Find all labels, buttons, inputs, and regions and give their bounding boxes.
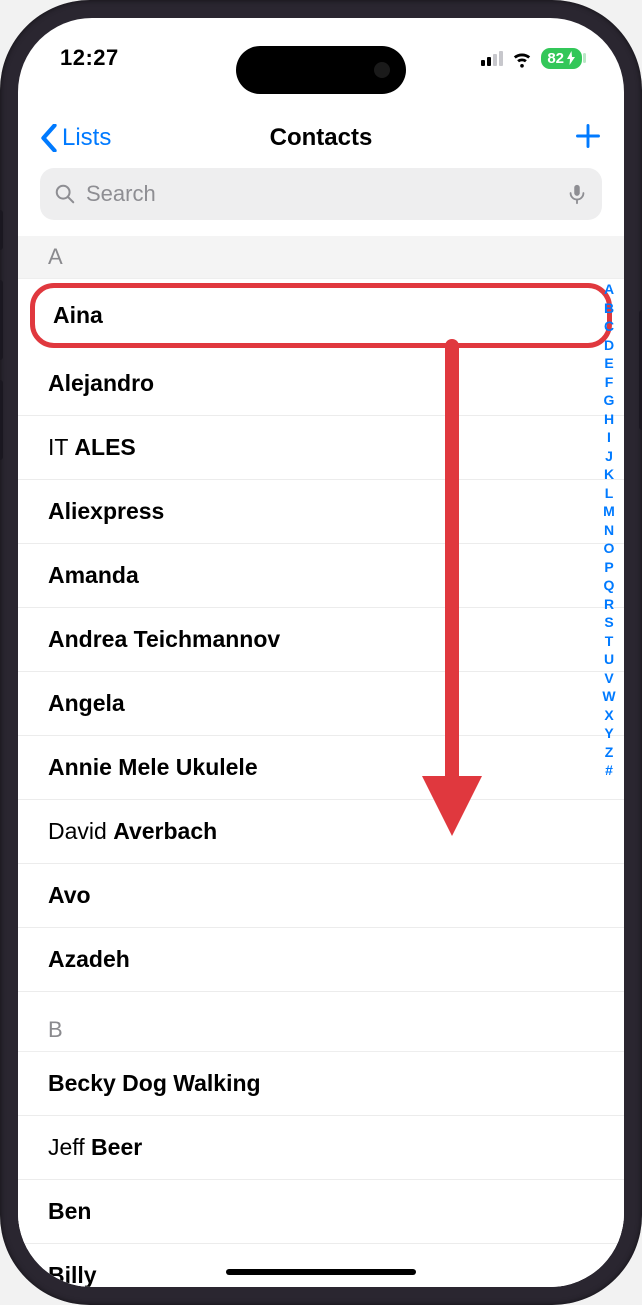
index-letter[interactable]: S xyxy=(598,613,620,632)
index-letter[interactable]: N xyxy=(598,521,620,540)
volume-down-button xyxy=(0,380,3,460)
status-right: 82 xyxy=(481,47,582,69)
dictation-button[interactable] xyxy=(566,183,588,205)
contact-first-name: Jeff xyxy=(48,1134,91,1160)
screen: 12:27 82 Lists Contacts xyxy=(18,18,624,1287)
contact-name: Angela xyxy=(48,690,125,716)
contact-row[interactable]: Avo xyxy=(18,864,624,928)
contact-row[interactable]: Ben xyxy=(18,1180,624,1244)
contact-row[interactable]: Aliexpress xyxy=(18,480,624,544)
contact-name: Ben xyxy=(48,1198,91,1224)
contact-name: Billy xyxy=(48,1262,97,1287)
contact-row[interactable]: David Averbach xyxy=(18,800,624,864)
index-letter[interactable]: O xyxy=(598,539,620,558)
back-button[interactable]: Lists xyxy=(40,124,111,152)
index-letter[interactable]: G xyxy=(598,391,620,410)
search-input[interactable] xyxy=(86,181,556,207)
contact-row[interactable]: Jeff Beer xyxy=(18,1116,624,1180)
index-letter[interactable]: U xyxy=(598,650,620,669)
search-field[interactable] xyxy=(40,168,602,220)
index-letter[interactable]: Y xyxy=(598,724,620,743)
section-header: B xyxy=(18,992,624,1052)
contact-row[interactable]: Amanda xyxy=(18,544,624,608)
index-letter[interactable]: L xyxy=(598,484,620,503)
status-time: 12:27 xyxy=(60,45,119,71)
dynamic-island xyxy=(236,46,406,94)
contact-name: Alejandro xyxy=(48,370,154,396)
section-index[interactable]: ABCDEFGHIJKLMNOPQRSTUVWXYZ# xyxy=(598,280,620,780)
add-contact-button[interactable] xyxy=(574,120,602,156)
list-content: AAinaAlejandroIT ALESAliexpressAmandaAnd… xyxy=(18,236,624,1287)
section-header: A xyxy=(18,236,624,279)
index-letter[interactable]: Q xyxy=(598,576,620,595)
back-label: Lists xyxy=(62,124,111,152)
iphone-frame: 12:27 82 Lists Contacts xyxy=(0,0,642,1305)
contact-name: Aliexpress xyxy=(48,498,164,524)
contact-last-name: ALES xyxy=(74,434,135,460)
index-letter[interactable]: # xyxy=(598,761,620,780)
wifi-icon xyxy=(511,47,533,69)
contact-first-name: David xyxy=(48,818,113,844)
contact-last-name: Beer xyxy=(91,1134,142,1160)
contact-row[interactable]: Angela xyxy=(18,672,624,736)
home-indicator[interactable] xyxy=(226,1269,416,1275)
contact-name: Andrea Teichmannov xyxy=(48,626,280,652)
index-letter[interactable]: I xyxy=(598,428,620,447)
contact-row[interactable]: Annie Mele Ukulele xyxy=(18,736,624,800)
search-icon xyxy=(54,183,76,205)
mic-icon xyxy=(566,183,588,205)
contact-row[interactable]: Alejandro xyxy=(18,352,624,416)
contact-name: Aina xyxy=(53,302,103,328)
index-letter[interactable]: B xyxy=(598,299,620,318)
cellular-icon xyxy=(481,50,503,66)
index-letter[interactable]: W xyxy=(598,687,620,706)
contact-row[interactable]: Billy xyxy=(18,1244,624,1287)
contact-first-name: IT xyxy=(48,434,74,460)
volume-up-button xyxy=(0,280,3,360)
plus-icon xyxy=(574,122,602,150)
index-letter[interactable]: E xyxy=(598,354,620,373)
index-letter[interactable]: K xyxy=(598,465,620,484)
index-letter[interactable]: H xyxy=(598,410,620,429)
battery-indicator: 82 xyxy=(541,48,582,69)
chevron-left-icon xyxy=(40,124,58,152)
index-letter[interactable]: A xyxy=(598,280,620,299)
contact-row[interactable]: IT ALES xyxy=(18,416,624,480)
index-letter[interactable]: D xyxy=(598,336,620,355)
index-letter[interactable]: T xyxy=(598,632,620,651)
index-letter[interactable]: Z xyxy=(598,743,620,762)
contact-row[interactable]: Aina xyxy=(30,283,612,348)
contact-row[interactable]: Azadeh xyxy=(18,928,624,992)
index-letter[interactable]: C xyxy=(598,317,620,336)
index-letter[interactable]: V xyxy=(598,669,620,688)
contact-row[interactable]: Becky Dog Walking xyxy=(18,1052,624,1116)
index-letter[interactable]: F xyxy=(598,373,620,392)
index-letter[interactable]: J xyxy=(598,447,620,466)
mute-switch xyxy=(0,210,3,250)
index-letter[interactable]: P xyxy=(598,558,620,577)
contact-name: Becky Dog Walking xyxy=(48,1070,261,1096)
battery-percent: 82 xyxy=(547,50,564,67)
contact-name: Annie Mele Ukulele xyxy=(48,754,258,780)
contact-row[interactable]: Andrea Teichmannov xyxy=(18,608,624,672)
contacts-list[interactable]: AAinaAlejandroIT ALESAliexpressAmandaAnd… xyxy=(18,236,624,1287)
index-letter[interactable]: M xyxy=(598,502,620,521)
contact-name: Azadeh xyxy=(48,946,130,972)
index-letter[interactable]: X xyxy=(598,706,620,725)
nav-bar: Lists Contacts xyxy=(18,108,624,168)
contact-name: Avo xyxy=(48,882,91,908)
contact-name: Amanda xyxy=(48,562,139,588)
index-letter[interactable]: R xyxy=(598,595,620,614)
contact-last-name: Averbach xyxy=(113,818,217,844)
